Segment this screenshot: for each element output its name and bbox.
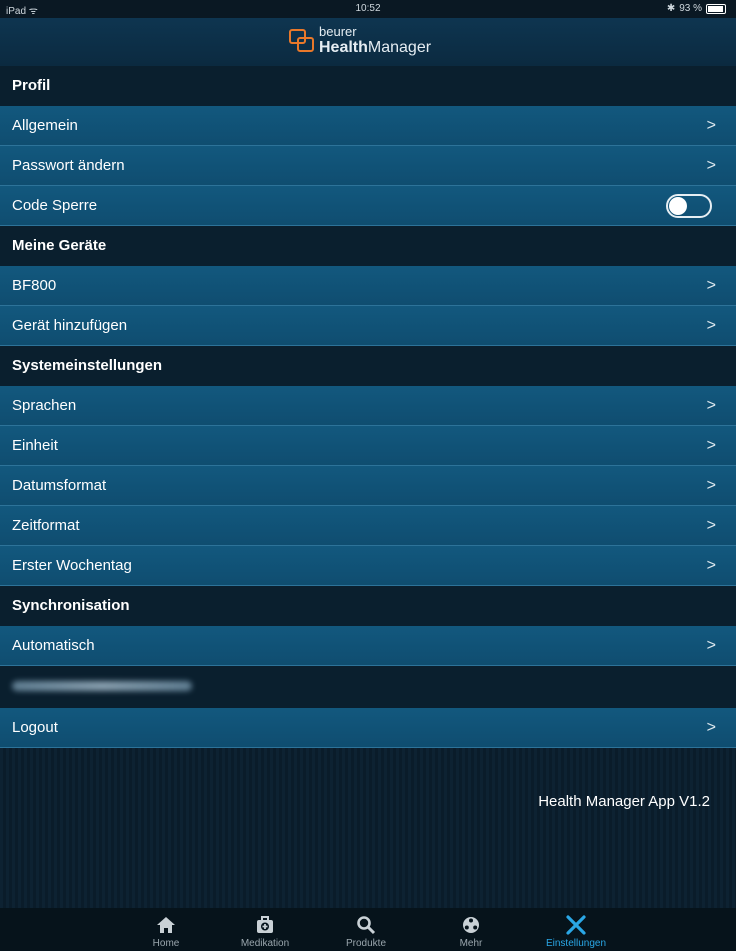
code-lock-toggle[interactable] xyxy=(666,194,712,218)
chevron-right-icon: > xyxy=(706,637,716,654)
chevron-right-icon: > xyxy=(706,117,716,134)
chevron-right-icon: > xyxy=(706,317,716,334)
medkit-icon xyxy=(225,912,305,938)
brand-name: beurer xyxy=(319,24,357,39)
row-sprachen[interactable]: Sprachen > xyxy=(0,386,736,426)
row-label: Sprachen xyxy=(12,397,77,414)
row-label: Passwort ändern xyxy=(12,157,125,174)
tab-label: Einstellungen xyxy=(545,938,607,949)
tab-mehr[interactable]: Mehr xyxy=(431,912,511,949)
row-label: Code Sperre xyxy=(12,197,98,214)
tools-icon xyxy=(536,912,616,938)
tab-label: Medikation xyxy=(240,938,290,949)
home-icon xyxy=(126,912,206,938)
row-geraet-hinzufuegen[interactable]: Gerät hinzufügen > xyxy=(0,306,736,346)
row-automatisch[interactable]: Automatisch > xyxy=(0,626,736,666)
battery-status: ✱ 93 % xyxy=(667,3,726,14)
row-label: Zeitformat xyxy=(12,517,80,534)
row-code-sperre: Code Sperre xyxy=(0,186,736,226)
row-einheit[interactable]: Einheit > xyxy=(0,426,736,466)
row-label: Erster Wochentag xyxy=(12,557,132,574)
row-datumsformat[interactable]: Datumsformat > xyxy=(0,466,736,506)
app-header: beurer HealthManager xyxy=(0,18,736,66)
section-header-geraete: Meine Geräte xyxy=(0,226,736,266)
row-allgemein[interactable]: Allgemein > xyxy=(0,106,736,146)
chevron-right-icon: > xyxy=(706,157,716,174)
status-bar: iPad ᯤ 10:52 ✱ 93 % xyxy=(0,0,736,18)
section-header-profil: Profil xyxy=(0,66,736,106)
search-icon xyxy=(326,912,406,938)
toggle-knob xyxy=(669,197,687,215)
row-bf800[interactable]: BF800 > xyxy=(0,266,736,306)
product-name: HealthManager xyxy=(319,39,432,56)
tab-bar: Home Medikation Produkte Mehr Einstellun… xyxy=(0,908,736,951)
tab-produkte[interactable]: Produkte xyxy=(326,912,406,949)
battery-percent: 93 % xyxy=(679,3,702,14)
bluetooth-icon: ✱ xyxy=(666,3,676,14)
row-erster-wochentag[interactable]: Erster Wochentag > xyxy=(0,546,736,586)
section-header-sync: Synchronisation xyxy=(0,586,736,626)
row-label: Automatisch xyxy=(12,637,95,654)
app-screen: iPad ᯤ 10:52 ✱ 93 % beurer HealthManager… xyxy=(0,0,736,951)
tab-einstellungen[interactable]: Einstellungen xyxy=(536,912,616,949)
row-label: Einheit xyxy=(12,437,58,454)
chevron-right-icon: > xyxy=(706,517,716,534)
tab-label: Home xyxy=(152,938,180,949)
battery-icon xyxy=(706,3,726,14)
more-icon xyxy=(431,912,511,938)
chevron-right-icon: > xyxy=(706,397,716,414)
blurred-email xyxy=(12,681,192,691)
row-label: Gerät hinzufügen xyxy=(12,317,128,334)
row-label: BF800 xyxy=(12,277,57,294)
chevron-right-icon: > xyxy=(706,277,716,294)
section-header-system: Systemeinstellungen xyxy=(0,346,736,386)
clock: 10:52 xyxy=(355,3,381,14)
account-email-redacted xyxy=(0,666,736,708)
row-passwort-aendern[interactable]: Passwort ändern > xyxy=(0,146,736,186)
chevron-right-icon: > xyxy=(706,557,716,574)
chevron-right-icon: > xyxy=(706,719,716,736)
tab-label: Mehr xyxy=(459,938,483,949)
app-version: Health Manager App V1.2 xyxy=(538,793,710,810)
chevron-right-icon: > xyxy=(706,437,716,454)
row-label: Allgemein xyxy=(12,117,78,134)
app-logo: beurer HealthManager xyxy=(289,24,431,56)
tab-medikation[interactable]: Medikation xyxy=(225,912,305,949)
row-logout[interactable]: Logout > xyxy=(0,708,736,748)
row-label: Logout xyxy=(12,719,58,736)
settings-list: Profil Allgemein > Passwort ändern > Code … xyxy=(0,66,736,748)
tab-label: Produkte xyxy=(345,938,387,949)
logo-mark-icon xyxy=(289,29,314,52)
row-zeitformat[interactable]: Zeitformat > xyxy=(0,506,736,546)
chevron-right-icon: > xyxy=(706,477,716,494)
tab-home[interactable]: Home xyxy=(126,912,206,949)
row-label: Datumsformat xyxy=(12,477,107,494)
